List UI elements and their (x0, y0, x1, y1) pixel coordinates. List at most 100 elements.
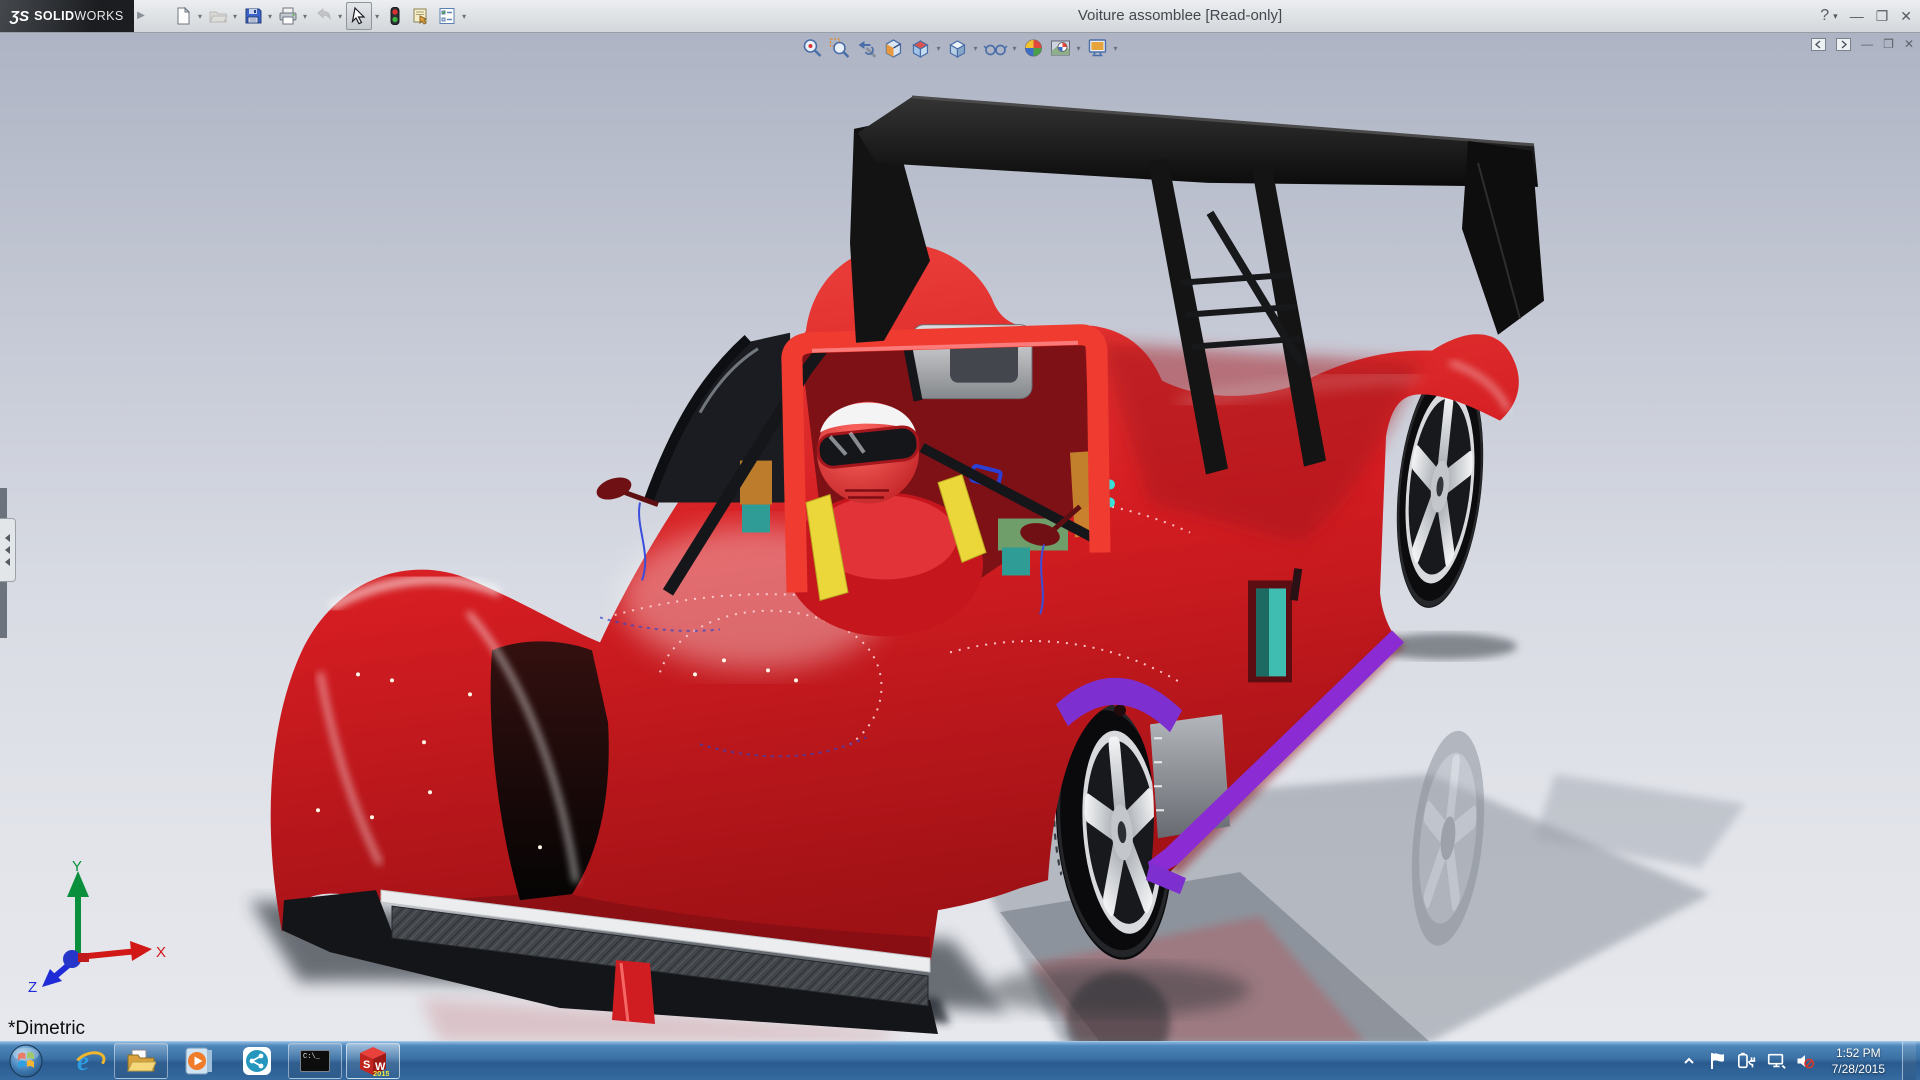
document-window-controls: — ❐ ✕ (1811, 37, 1914, 51)
title-bar: ƷS SOLIDWORKS ▶ ▾ ▾ ▾ (0, 0, 1920, 33)
save-button[interactable] (241, 3, 265, 29)
view-settings-button[interactable] (1085, 36, 1111, 60)
triad-x-label: X (156, 944, 166, 961)
display-style-button[interactable] (944, 36, 970, 60)
rebuild-traffic-light-icon (385, 6, 405, 26)
close-button[interactable]: ✕ (1900, 8, 1912, 25)
open-button[interactable] (206, 3, 230, 29)
apply-scene-button[interactable] (1048, 36, 1074, 60)
options-button[interactable] (435, 3, 459, 29)
open-dropdown-caret[interactable]: ▾ (233, 12, 237, 21)
apply-scene-icon (1050, 37, 1072, 59)
display-style-icon (946, 37, 968, 59)
view-orientation-button[interactable] (907, 36, 933, 60)
menu-flyout-arrow-icon[interactable]: ▶ (134, 6, 148, 26)
section-view-button[interactable] (880, 36, 906, 60)
solidworks-2015-icon: S W 2015 (357, 1045, 389, 1077)
previous-view-button[interactable] (853, 36, 879, 60)
share-app-icon (242, 1046, 272, 1076)
taskbar-item-media-player[interactable] (172, 1043, 226, 1079)
window-title: Voiture assomblee [Read-only] (560, 0, 1800, 32)
zoom-to-fit-button[interactable] (799, 36, 825, 60)
print-dropdown-caret[interactable]: ▾ (303, 12, 307, 21)
help-button[interactable]: ? (1820, 7, 1829, 25)
show-hidden-icons-icon (1683, 1056, 1695, 1066)
view-settings-caret[interactable]: ▾ (1114, 44, 1118, 53)
taskbar-item-windows-explorer[interactable] (114, 1043, 168, 1079)
file-properties-button[interactable] (409, 3, 433, 29)
driver-helmet (817, 402, 920, 504)
new-dropdown-caret[interactable]: ▾ (198, 12, 202, 21)
restore-button[interactable]: ❐ (1876, 8, 1889, 25)
zoom-to-area-icon (828, 37, 850, 59)
taskbar-clock[interactable]: 1:52 PM 7/28/2015 (1824, 1045, 1893, 1077)
undo-button[interactable] (311, 3, 335, 29)
graphics-area[interactable]: ▾ ▾ ▾ (0, 33, 1920, 1042)
start-button[interactable] (6, 1043, 46, 1079)
dassault-3ds-mark: ƷS (10, 8, 29, 25)
action-center-flag-icon (1709, 1051, 1727, 1071)
select-dropdown-caret[interactable]: ▾ (375, 12, 379, 21)
taskbar-item-solidworks[interactable]: S W 2015 (346, 1043, 400, 1079)
edit-appearance-button[interactable] (1021, 36, 1047, 60)
doc-close-button[interactable]: ✕ (1904, 37, 1914, 51)
power-plug-icon (1737, 1051, 1757, 1071)
taskbar-item-command-prompt[interactable]: C:\_ (288, 1043, 342, 1079)
show-desktop-button[interactable] (1902, 1042, 1916, 1080)
file-properties-icon (411, 6, 431, 26)
previous-pane-icon[interactable] (1811, 38, 1826, 51)
save-floppy-icon (243, 6, 263, 26)
window-controls: ? ▾ — ❐ ✕ (1820, 0, 1912, 32)
new-button[interactable] (171, 3, 195, 29)
taskbar: e (0, 1041, 1920, 1080)
print-button[interactable] (276, 3, 300, 29)
network-button[interactable] (1766, 1049, 1786, 1073)
command-prompt-icon: C:\_ (300, 1050, 330, 1072)
new-document-icon (173, 6, 193, 26)
triad-y-label: Y (72, 859, 82, 875)
save-dropdown-caret[interactable]: ▾ (268, 12, 272, 21)
display-style-caret[interactable]: ▾ (973, 44, 977, 53)
rebuild-button[interactable] (383, 3, 407, 29)
feature-manager-collapsed-tab[interactable] (0, 518, 16, 582)
apply-scene-caret[interactable]: ▾ (1077, 44, 1081, 53)
solidworks-logo: ƷS SOLIDWORKS (0, 0, 134, 32)
taskbar-item-share-app[interactable] (230, 1043, 284, 1079)
section-view-icon (882, 37, 904, 59)
doc-minimize-button[interactable]: — (1861, 37, 1873, 51)
hide-show-items-caret[interactable]: ▾ (1012, 44, 1016, 53)
clock-time: 1:52 PM (1832, 1045, 1885, 1061)
open-folder-icon (208, 6, 228, 26)
volume-button[interactable] (1795, 1049, 1815, 1073)
help-dropdown-caret[interactable]: ▾ (1833, 11, 1838, 22)
next-pane-icon[interactable] (1836, 38, 1851, 51)
network-icon (1766, 1051, 1786, 1071)
view-orientation-icon (909, 37, 931, 59)
options-dropdown-caret[interactable]: ▾ (462, 12, 466, 21)
doc-restore-button[interactable]: ❐ (1883, 37, 1894, 51)
clock-date: 7/28/2015 (1832, 1061, 1885, 1077)
zoom-to-fit-icon (801, 37, 823, 59)
car-model-render[interactable] (0, 33, 1920, 1042)
heads-up-view-toolbar: ▾ ▾ ▾ (799, 36, 1120, 60)
view-orientation-caret[interactable]: ▾ (936, 44, 940, 53)
triad-z-label: Z (28, 979, 37, 994)
hide-show-items-button[interactable] (981, 36, 1009, 60)
minimize-button[interactable]: — (1850, 8, 1864, 24)
undo-dropdown-caret[interactable]: ▾ (338, 12, 342, 21)
zoom-to-area-button[interactable] (826, 36, 852, 60)
select-button[interactable] (346, 2, 372, 30)
windows-start-icon (9, 1044, 43, 1078)
main-toolbar: ▾ ▾ ▾ ▾ (170, 0, 469, 32)
view-settings-icon (1087, 37, 1109, 59)
action-center-button[interactable] (1708, 1049, 1728, 1073)
power-button[interactable] (1737, 1049, 1757, 1073)
options-list-icon (437, 6, 457, 26)
previous-view-icon (855, 37, 877, 59)
taskbar-item-internet-explorer[interactable]: e (56, 1043, 110, 1079)
view-orientation-label: *Dimetric (8, 1018, 85, 1040)
svg-text:S: S (363, 1059, 370, 1071)
show-hidden-icons-button[interactable] (1679, 1049, 1699, 1073)
system-tray: 1:52 PM 7/28/2015 (1679, 1042, 1920, 1080)
select-cursor-icon (349, 6, 369, 26)
